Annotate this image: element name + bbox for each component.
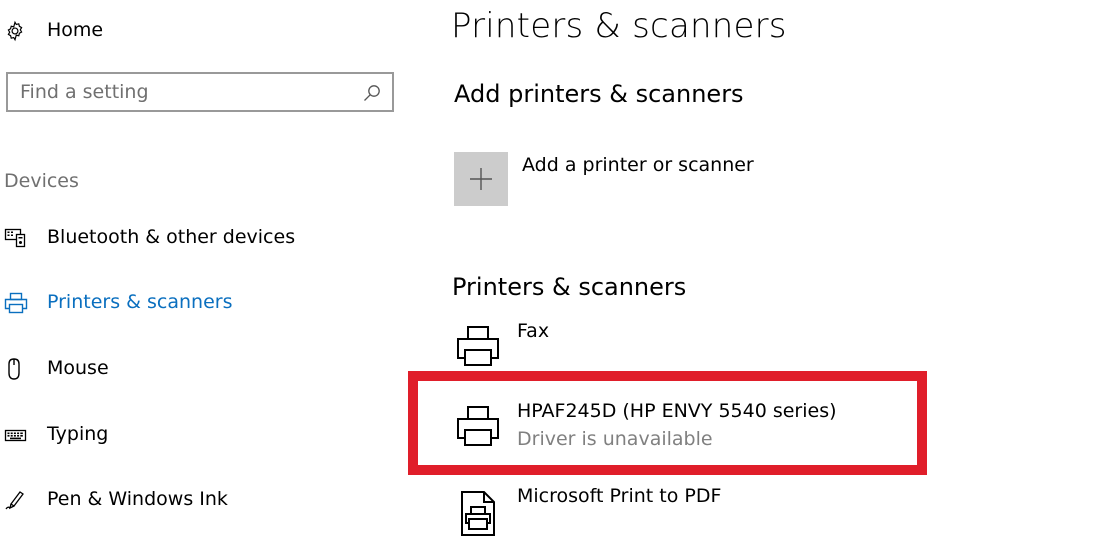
device-name: HPAF245D (HP ENVY 5540 series) [517, 400, 837, 422]
add-printer-button[interactable] [454, 152, 508, 206]
home-link[interactable]: Home [4, 17, 103, 45]
gear-icon [7, 20, 23, 42]
sidebar-item-label: Mouse [47, 357, 109, 379]
pdf-printer-icon [456, 489, 500, 536]
search-icon[interactable] [362, 83, 382, 103]
bluetooth-devices-icon [4, 227, 28, 249]
printer-icon [456, 404, 500, 448]
section-label-devices: Devices [4, 170, 79, 192]
add-section-heading: Add printers & scanners [454, 80, 744, 108]
sidebar-item-mouse[interactable]: Mouse [0, 347, 400, 391]
device-microsoft-pdf[interactable]: Microsoft Print to PDF [452, 483, 922, 543]
add-printer-label[interactable]: Add a printer or scanner [522, 154, 754, 176]
sidebar-item-label: Printers & scanners [47, 291, 233, 313]
device-hp-envy[interactable]: HPAF245D (HP ENVY 5540 series) Driver is… [452, 398, 922, 458]
search-input[interactable] [20, 80, 350, 104]
printer-icon [456, 324, 500, 368]
page-title: Printers & scanners [451, 6, 787, 46]
sidebar-item-label: Typing [47, 423, 109, 445]
sidebar-item-label: Pen & Windows Ink [47, 488, 228, 510]
device-name: Microsoft Print to PDF [517, 485, 722, 507]
pen-icon [4, 489, 28, 511]
device-fax[interactable]: Fax [452, 318, 922, 378]
sidebar-item-typing[interactable]: Typing [0, 413, 400, 457]
devices-section-heading: Printers & scanners [452, 273, 687, 301]
device-status: Driver is unavailable [517, 428, 713, 450]
keyboard-icon [4, 424, 28, 446]
device-name: Fax [517, 320, 550, 342]
search-box[interactable] [6, 72, 394, 112]
sidebar-item-label: Bluetooth & other devices [47, 226, 296, 248]
sidebar-item-printers[interactable]: Printers & scanners [0, 281, 400, 325]
plus-icon [470, 168, 492, 190]
sidebar-item-bluetooth[interactable]: Bluetooth & other devices [0, 216, 400, 260]
printer-icon [4, 292, 28, 314]
mouse-icon [4, 358, 28, 380]
sidebar-item-pen[interactable]: Pen & Windows Ink [0, 478, 400, 522]
home-label: Home [47, 19, 104, 41]
